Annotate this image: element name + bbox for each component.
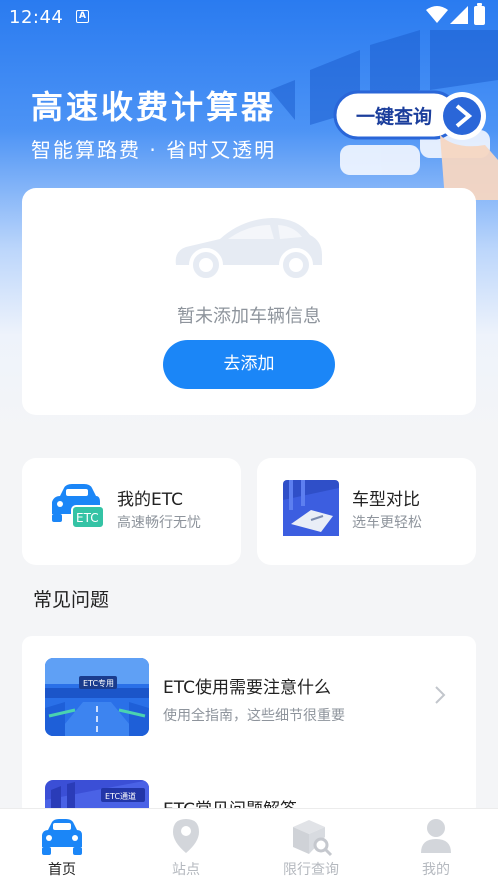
status-time: 12:44: [9, 7, 64, 28]
signal-icon: [450, 6, 468, 24]
my-etc-subtitle: 高速畅行无忧: [117, 515, 201, 531]
chevron-right-icon: [435, 686, 446, 704]
model-compare-thumb: [283, 480, 339, 536]
faq-item[interactable]: ETC专用 ETC使用需要注意什么 使用全指南，这些细节很重要: [22, 636, 476, 756]
page-subtitle: 智能算路费 · 省时又透明: [31, 138, 277, 162]
deco-query-text: 一键查询: [356, 105, 432, 128]
status-bar: 12:44 A: [0, 0, 498, 34]
faq-section-title: 常见问题: [33, 589, 110, 611]
etc-car-icon: ETC: [52, 484, 104, 529]
vehicle-card: 暂未添加车辆信息 去添加: [22, 188, 476, 415]
tab-home-label: 首页: [48, 862, 76, 878]
tab-mine-label: 我的: [422, 862, 450, 878]
wifi-icon: [426, 6, 448, 23]
tab-station-label: 站点: [172, 862, 200, 878]
tab-restriction-label: 限行查询: [283, 862, 339, 878]
location-pin-icon: [173, 819, 199, 853]
tab-home[interactable]: 首页: [0, 809, 124, 887]
model-compare-subtitle: 选车更轻松: [352, 515, 422, 531]
notification-a-icon: A: [76, 10, 89, 23]
etc-lane-sign-text: ETC专用: [83, 678, 114, 688]
model-compare-card[interactable]: 车型对比 选车更轻松: [257, 458, 476, 565]
etc-faq-sign-text: ETC通道: [105, 791, 136, 801]
add-vehicle-button[interactable]: 去添加: [163, 340, 335, 389]
tab-restriction[interactable]: 限行查询: [249, 809, 373, 887]
tab-mine[interactable]: 我的: [374, 809, 498, 887]
vehicle-empty-text: 暂未添加车辆信息: [177, 306, 321, 327]
car-icon: [42, 819, 82, 855]
person-icon: [421, 819, 451, 853]
faq-list: ETC专用 ETC使用需要注意什么 使用全指南，这些细节很重要 ETC通道 ET…: [22, 636, 476, 816]
car-placeholder-icon: [175, 218, 322, 282]
tab-station[interactable]: 站点: [124, 809, 248, 887]
my-etc-card[interactable]: ETC 我的ETC 高速畅行无忧: [22, 458, 241, 565]
my-etc-title: 我的ETC: [117, 490, 183, 510]
hero-illustration: 一键查询: [270, 30, 498, 200]
box-search-icon: [293, 820, 333, 857]
etc-lane-thumb: ETC专用: [45, 658, 149, 736]
faq-item-title: ETC使用需要注意什么: [163, 678, 331, 698]
model-compare-title: 车型对比: [352, 490, 420, 510]
etc-badge-text: ETC: [76, 511, 99, 525]
bottom-tab-bar: 首页 站点 限行查询 我的: [0, 808, 498, 887]
page-title: 高速收费计算器: [31, 88, 277, 126]
battery-icon: [474, 3, 485, 25]
faq-item-subtitle: 使用全指南，这些细节很重要: [163, 708, 345, 724]
